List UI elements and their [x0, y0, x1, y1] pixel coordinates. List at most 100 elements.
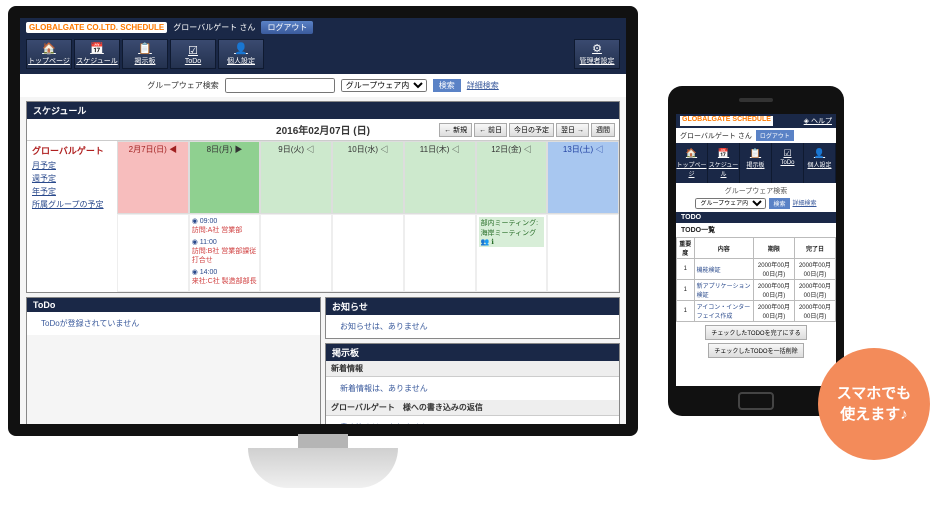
nav-schedule[interactable]: 📅スケジュール — [74, 39, 120, 69]
day-cell-mon[interactable]: ◉ 09:00訪問:A社 営業部 ◉ 11:00訪問:B社 営業部課従 打合せ … — [189, 214, 261, 292]
day-header-sat[interactable]: 13日(土) ◁ — [547, 141, 619, 214]
search-button[interactable]: 検索 — [433, 79, 461, 92]
help-link[interactable]: ◈ ヘルプ — [804, 116, 832, 126]
advanced-search-link[interactable]: 詳細検索 — [467, 80, 499, 91]
calendar-title-row: 2016年02月07日 (日) ← 新規 ← 前日 今日の予定 翌日 → 週間 — [27, 119, 619, 141]
app-header: GLOBALGATE CO.LTD. SCHEDULE グローバルゲート さん … — [20, 18, 626, 36]
day-cell-sun[interactable] — [117, 214, 189, 292]
phone-todo-list-title: TODO一覧 — [676, 223, 836, 237]
phone-search-scope[interactable]: グループウェア内 — [695, 198, 766, 209]
nav-top[interactable]: 🏠トップページ — [26, 39, 72, 69]
schedule-panel-title: スケジュール — [27, 102, 619, 119]
board-sec2-title: グローバルゲート 様への書き込みの返信 — [326, 400, 619, 416]
board-sec1-title: 新着情報 — [326, 361, 619, 377]
col-deadline: 期限 — [753, 238, 794, 259]
desktop-screen: GLOBALGATE CO.LTD. SCHEDULE グローバルゲート さん … — [20, 18, 626, 424]
phone-logout-button[interactable]: ログアウト — [756, 130, 794, 141]
event-item[interactable]: ◉ 09:00訪問:A社 営業部 — [192, 217, 258, 235]
nav-settings[interactable]: 👤個人設定 — [218, 39, 264, 69]
phone-tab-settings[interactable]: 👤個人設定 — [804, 143, 836, 183]
monitor-stand — [248, 448, 398, 488]
search-label: グループウェア検索 — [147, 80, 219, 91]
search-scope-select[interactable]: グループウェア内 — [341, 79, 427, 92]
nav-admin[interactable]: ⚙管理者設定 — [574, 39, 620, 69]
col-priority: 重要度 — [677, 238, 695, 259]
day-cell-tue[interactable] — [260, 214, 332, 292]
desktop-monitor: GLOBALGATE CO.LTD. SCHEDULE グローバルゲート さん … — [8, 6, 638, 436]
phone-user: グローバルゲート さん — [680, 131, 752, 141]
phone-delete-button[interactable]: チェックしたTODOを一括削除 — [708, 343, 803, 358]
phone-user-row: グローバルゲート さん ログアウト — [676, 128, 836, 143]
day-header-thu[interactable]: 11日(木) ◁ — [404, 141, 476, 214]
new-event-button[interactable]: ← 新規 — [439, 123, 472, 137]
search-input[interactable] — [225, 78, 335, 93]
event-item[interactable]: ◉ 14:00来社:C社 製造部部長 — [192, 268, 258, 286]
phone-tab-board[interactable]: 📋掲示板 — [740, 143, 772, 183]
day-header-sun[interactable]: 2月7日(日) ◀ — [117, 141, 189, 214]
day-cell-sat[interactable] — [547, 214, 619, 292]
nav-board[interactable]: 📋掲示板 — [122, 39, 168, 69]
gear-icon: ⚙ — [592, 42, 602, 55]
col-content: 内容 — [694, 238, 753, 259]
nav-todo[interactable]: ☑ToDo — [170, 39, 216, 69]
phone-header: GLOBALGATE SCHEDULE ◈ ヘルプ — [676, 114, 836, 128]
sidebar-link-month[interactable]: 月予定 — [32, 159, 112, 172]
phone-search: グループウェア検索 グループウェア内 検索 詳細検索 — [676, 183, 836, 212]
home-icon: 🏠 — [42, 42, 56, 55]
day-cell-wed[interactable] — [332, 214, 404, 292]
check-icon: ☑ — [188, 44, 198, 57]
phone-home-button[interactable] — [738, 392, 774, 410]
todo-panel-title: ToDo — [27, 298, 320, 312]
next-day-button[interactable]: 翌日 → — [556, 123, 589, 137]
schedule-panel: スケジュール 2016年02月07日 (日) ← 新規 ← 前日 今日の予定 翌… — [26, 101, 620, 293]
phone-screen: GLOBALGATE SCHEDULE ◈ ヘルプ グローバルゲート さん ログ… — [676, 114, 836, 386]
user-greeting: グローバルゲート さん — [173, 22, 255, 33]
calendar-date: 2016年02月07日 (日) — [276, 122, 370, 137]
sidebar-link-week[interactable]: 週予定 — [32, 172, 112, 185]
sidebar-link-year[interactable]: 年予定 — [32, 185, 112, 198]
search-bar: グループウェア検索 グループウェア内 検索 詳細検索 — [20, 74, 626, 97]
day-header-wed[interactable]: 10日(水) ◁ — [332, 141, 404, 214]
day-header-mon[interactable]: 8日(月) ▶ — [189, 141, 261, 214]
today-button[interactable]: 今日の予定 — [509, 123, 554, 137]
phone-logo: GLOBALGATE SCHEDULE — [680, 116, 773, 126]
board-icon: 📋 — [750, 148, 761, 159]
day-cell-fri[interactable]: 部内ミーティング:海岸ミーティング 👥 ℹ — [476, 214, 548, 292]
col-done: 完了日 — [794, 238, 835, 259]
event-item[interactable]: ◉ 11:00訪問:B社 営業部課従 打合せ — [192, 238, 258, 265]
table-row[interactable]: 1アイコン・インターフェイス作成2000年00月00日(月)2000年00月00… — [677, 301, 836, 322]
main-toolbar: 🏠トップページ 📅スケジュール 📋掲示板 ☑ToDo 👤個人設定 ⚙管理者設定 — [20, 36, 626, 74]
table-row[interactable]: 1機能検証2000年00月00日(月)2000年00月00日(月) — [677, 259, 836, 280]
phone-tab-schedule[interactable]: 📅スケジュール — [708, 143, 740, 183]
phone-device: GLOBALGATE SCHEDULE ◈ ヘルプ グローバルゲート さん ログ… — [668, 86, 844, 416]
user-icon: 👤 — [234, 42, 248, 55]
prev-day-button[interactable]: ← 前日 — [474, 123, 507, 137]
logout-button[interactable]: ログアウト — [261, 21, 313, 34]
phone-complete-button[interactable]: チェックしたTODOを完了にする — [705, 325, 806, 340]
phone-adv-search[interactable]: 詳細検索 — [793, 198, 817, 209]
board-panel-title: 掲示板 — [326, 344, 619, 361]
event-item[interactable]: 部内ミーティング:海岸ミーティング 👥 ℹ — [479, 217, 545, 247]
board-sec2-empty: 書き込みは、ありません — [326, 416, 619, 424]
phone-tab-top[interactable]: 🏠トップページ — [676, 143, 708, 183]
board-icon: 📋 — [138, 42, 152, 55]
home-icon: 🏠 — [686, 148, 697, 159]
news-panel: お知らせ お知らせは、ありません — [325, 297, 620, 339]
day-cell-thu[interactable] — [404, 214, 476, 292]
table-row[interactable]: 1新アプリケーション検証2000年00月00日(月)2000年00月00日(月) — [677, 280, 836, 301]
phone-search-button[interactable]: 検索 — [769, 198, 789, 209]
monitor-bezel: GLOBALGATE CO.LTD. SCHEDULE グローバルゲート さん … — [8, 6, 638, 436]
phone-todo-table: 重要度 内容 期限 完了日 1機能検証2000年00月00日(月)2000年00… — [676, 237, 836, 322]
week-button[interactable]: 週間 — [591, 123, 615, 137]
todo-panel: ToDo ToDoが登録されていません — [26, 297, 321, 424]
app-logo: GLOBALGATE CO.LTD. SCHEDULE — [26, 22, 167, 33]
calendar-sidebar: グローバルゲート 月予定 週予定 年予定 所属グループの予定 — [27, 141, 117, 214]
calendar-icon: 📅 — [718, 148, 729, 159]
phone-search-label: グループウェア検索 — [680, 186, 832, 196]
check-icon: ☑ — [783, 148, 791, 159]
day-header-tue[interactable]: 9日(火) ◁ — [260, 141, 332, 214]
phone-tab-todo[interactable]: ☑ToDo — [772, 143, 804, 183]
day-header-fri[interactable]: 12日(金) ◁ — [476, 141, 548, 214]
sidebar-link-group[interactable]: 所属グループの予定 — [32, 198, 112, 211]
phone-todo-title: TODO — [676, 212, 836, 223]
